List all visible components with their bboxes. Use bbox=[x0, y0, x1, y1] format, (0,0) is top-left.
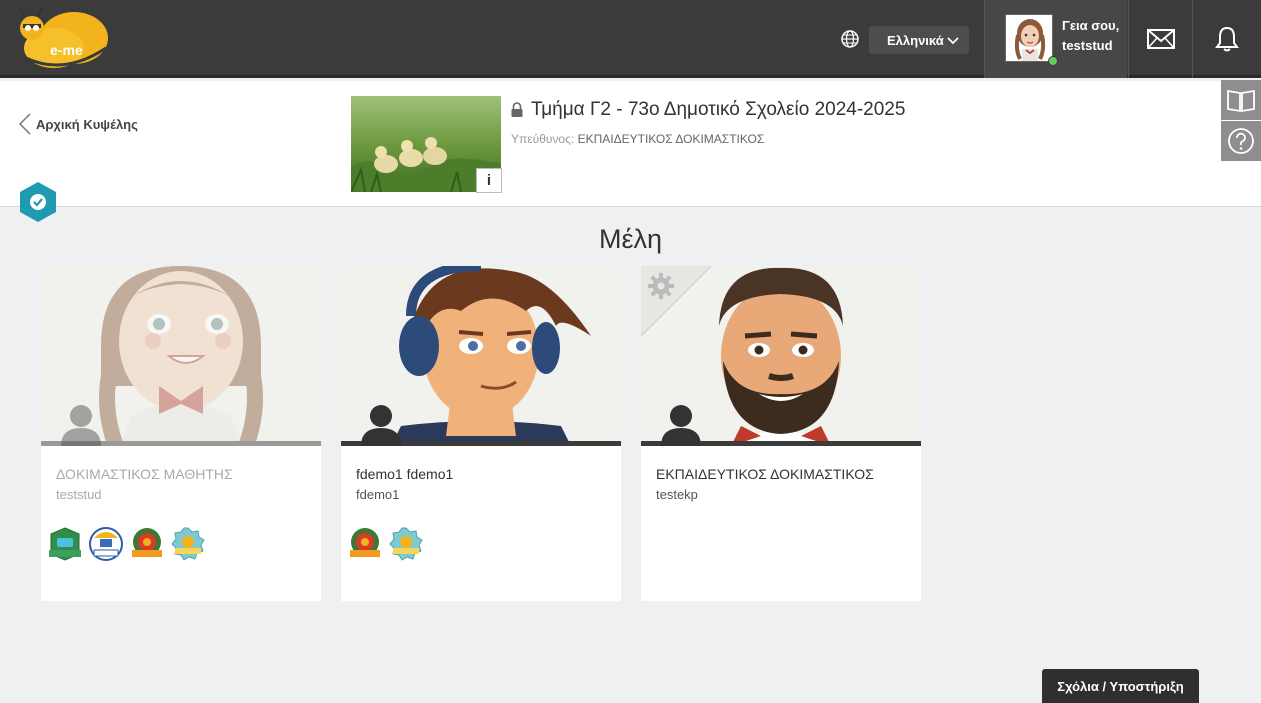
language-select[interactable]: Ελληνικά bbox=[869, 26, 969, 54]
info-button[interactable]: i bbox=[476, 168, 502, 193]
member-card[interactable]: fdemo1 fdemo1 fdemo1 bbox=[341, 266, 621, 601]
member-card[interactable]: ΕΚΠΑΙΔΕΥΤΙΚΟΣ ΔΟΚΙΜΑΣΤΙΚΟΣ testekp bbox=[641, 266, 921, 601]
notifications-button[interactable] bbox=[1192, 0, 1261, 78]
members-heading: Μέλη bbox=[598, 224, 663, 254]
username-text: teststud bbox=[1062, 38, 1113, 53]
member-username: teststud bbox=[56, 487, 102, 502]
language-label: Ελληνικά bbox=[887, 32, 944, 48]
help-button[interactable] bbox=[1221, 121, 1261, 161]
messages-button[interactable] bbox=[1128, 0, 1192, 78]
back-label: Αρχική Κυψέλης bbox=[36, 116, 138, 132]
manual-button[interactable] bbox=[1221, 80, 1261, 120]
support-button[interactable]: Σχόλια / Υποστήριξη bbox=[1042, 669, 1199, 703]
group-title: Τμήμα Γ2 - 73ο Δημοτικό Σχολείο 2024-202… bbox=[531, 99, 906, 120]
back-link[interactable]: Αρχική Κυψέλης bbox=[18, 112, 138, 136]
user-role-icon bbox=[61, 405, 101, 446]
user-role-icon bbox=[361, 405, 401, 446]
globe-icon bbox=[841, 30, 859, 48]
help-icon bbox=[1228, 128, 1254, 154]
blue-badge-icon[interactable] bbox=[88, 526, 124, 562]
user-menu[interactable]: Γεια σου, teststud bbox=[984, 0, 1127, 78]
teal-badge-icon[interactable] bbox=[388, 526, 424, 562]
bell-icon bbox=[1215, 26, 1239, 52]
chevron-left-icon bbox=[18, 113, 31, 135]
mail-icon bbox=[1146, 29, 1175, 49]
verified-hexagon-icon[interactable] bbox=[19, 181, 57, 223]
member-name: ΕΚΠΑΙΔΕΥΤΙΚΟΣ ΔΟΚΙΜΑΣΤΙΚΟΣ bbox=[656, 466, 874, 482]
lock-icon bbox=[511, 102, 523, 117]
member-username: testekp bbox=[656, 487, 698, 502]
member-name: ΔΟΚΙΜΑΣΤΙΚΟΣ ΜΑΘΗΤΗΣ bbox=[56, 466, 233, 482]
responsible-line: Υπεύθυνος: ΕΚΠΑΙΔΕΥΤΙΚΟΣ ΔΟΚΙΜΑΣΤΙΚΟΣ bbox=[511, 132, 764, 146]
teal-badge-icon[interactable] bbox=[170, 526, 206, 562]
responsible-label: Υπεύθυνος: bbox=[511, 132, 575, 146]
avatar bbox=[1005, 14, 1053, 62]
orange-badge-icon[interactable] bbox=[129, 526, 165, 562]
orange-badge-icon[interactable] bbox=[347, 526, 383, 562]
online-status-dot bbox=[1048, 56, 1058, 66]
member-card[interactable]: ΔΟΚΙΜΑΣΤΙΚΟΣ ΜΑΘΗΤΗΣ teststud bbox=[41, 266, 321, 601]
member-badges bbox=[347, 526, 424, 562]
member-name: fdemo1 fdemo1 bbox=[356, 466, 454, 482]
greeting-text: Γεια σου, bbox=[1062, 18, 1120, 33]
responsible-name: ΕΚΠΑΙΔΕΥΤΙΚΟΣ ΔΟΚΙΜΑΣΤΙΚΟΣ bbox=[577, 132, 765, 146]
book-icon bbox=[1227, 89, 1255, 113]
green-badge-icon[interactable] bbox=[47, 526, 83, 562]
e-me-logo[interactable]: e-me bbox=[14, 7, 110, 70]
user-role-icon bbox=[661, 405, 701, 446]
chevron-down-icon bbox=[947, 37, 959, 45]
gear-icon[interactable] bbox=[646, 271, 676, 301]
logo-text: e-me bbox=[50, 42, 83, 58]
member-username: fdemo1 bbox=[356, 487, 400, 502]
top-bar: e-me Ελληνικά Γεια σου, teststud bbox=[0, 0, 1261, 78]
member-badges bbox=[47, 526, 206, 562]
